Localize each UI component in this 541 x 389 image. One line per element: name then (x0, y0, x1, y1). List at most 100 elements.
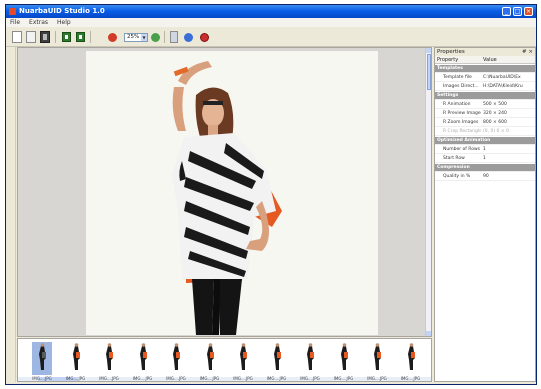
property-label: Number of Rows (443, 147, 480, 152)
left-gutter (6, 47, 16, 382)
property-label: Quality in % (443, 174, 471, 179)
property-label: R Zoom Images (443, 120, 479, 125)
property-value[interactable]: C:\NuarbaUID\Ex (483, 74, 533, 81)
thumbnail-item[interactable]: IMG....JPG (300, 342, 320, 381)
zoom-value: 25% (127, 34, 140, 40)
property-row[interactable]: R Preview Images 320 × 240 (435, 110, 535, 118)
thumbnail-label: IMG....JPG (166, 376, 186, 381)
thumbnail-label: IMG....JPG (65, 376, 86, 381)
application-window: NuarbaUID Studio 1.0 _ □ × File Extras H… (5, 4, 537, 385)
thumbnail-item[interactable]: IMG....JPG (334, 342, 354, 381)
thumbnail-label: IMG....JPG (233, 376, 253, 381)
column-value: Value (483, 57, 497, 63)
property-value[interactable]: H:\DATA\Kleid\Kru (483, 83, 533, 90)
minimize-button[interactable]: _ (502, 7, 511, 16)
close-button[interactable]: × (524, 7, 533, 16)
record-icon[interactable] (108, 33, 117, 42)
menu-bar: File Extras Help (6, 18, 536, 27)
info-icon[interactable] (184, 33, 193, 42)
property-label: R Crop Rectangle (443, 129, 481, 134)
thumbnail-label: IMG....JPG (132, 376, 153, 381)
scrollbar-thumb[interactable] (427, 54, 431, 90)
thumbnail-label: IMG....JPG (300, 376, 320, 381)
menu-help[interactable]: Help (57, 18, 71, 27)
thumbnail-item[interactable]: IMG....JPG (233, 342, 253, 381)
property-row[interactable]: R Crop Rectangle (0, 0) 0 × 0 (435, 128, 535, 136)
maximize-button[interactable]: □ (513, 7, 522, 16)
export-grid-icon[interactable] (62, 32, 71, 42)
thumbnail-item[interactable]: IMG....JPG (200, 342, 220, 381)
property-value[interactable]: 500 × 500 (483, 101, 533, 108)
thumbnail-figure-icon (407, 343, 415, 370)
viewer-vertical-scrollbar[interactable] (425, 48, 431, 336)
main-image (86, 51, 378, 335)
thumbnail-figure-icon (106, 343, 113, 370)
thumbnail-label: IMG....JPG (266, 376, 287, 381)
thumbnail-item[interactable]: IMG....JPG (367, 342, 387, 381)
open-document-icon[interactable] (26, 31, 36, 43)
thumbnail-figure-icon (173, 343, 180, 370)
pin-close-icon[interactable]: # × (522, 48, 533, 56)
property-category[interactable]: Settings (435, 92, 535, 100)
thumbnail-item[interactable]: IMG....JPG (133, 342, 153, 381)
thumbnail-item[interactable]: IMG....JPG (401, 342, 421, 381)
properties-title-text: Properties (437, 49, 465, 55)
property-label: R Preview Images (443, 111, 481, 116)
property-value[interactable]: 90 (483, 173, 533, 180)
property-category[interactable]: Templates (435, 65, 535, 73)
thumbnail-label: IMG....JPG (333, 376, 354, 381)
zoom-in-icon[interactable] (151, 33, 160, 42)
property-label: Template file (443, 75, 472, 80)
thumbnail-item[interactable]: IMG....JPG (99, 342, 119, 381)
image-viewer[interactable] (17, 47, 432, 337)
new-document-icon[interactable] (12, 31, 22, 43)
model-photo-icon (86, 51, 378, 335)
property-row[interactable]: Quality in % 90 (435, 173, 535, 181)
thumbnail-figure-icon (240, 343, 247, 370)
thumbnail-item[interactable]: IMG....JPG (166, 342, 186, 381)
properties-column-header: Property Value (435, 56, 535, 64)
menu-file[interactable]: File (10, 18, 20, 27)
thumbnail-figure-icon (307, 343, 314, 370)
property-row[interactable]: Template file C:\NuarbaUID\Ex (435, 74, 535, 82)
title-bar[interactable]: NuarbaUID Studio 1.0 _ □ × (6, 5, 536, 18)
thumbnail-item[interactable]: IMG....JPG (267, 342, 287, 381)
toolbar: 25% ▼ (6, 27, 536, 47)
thumbnail-label: IMG....JPG (99, 376, 119, 381)
chevron-down-icon[interactable]: ▼ (141, 34, 147, 41)
property-value[interactable]: (0, 0) 0 × 0 (483, 128, 533, 135)
zoom-select[interactable]: 25% ▼ (124, 33, 148, 42)
thumbnail-label: IMG....JPG (367, 376, 387, 381)
property-value[interactable]: 1 (483, 146, 533, 153)
import-grid-icon[interactable] (76, 32, 85, 42)
thumbnail-item[interactable]: IMG....JPG (66, 342, 86, 381)
window-title: NuarbaUID Studio 1.0 (19, 7, 105, 15)
property-category[interactable]: Compression (435, 164, 535, 172)
thumbnail-figure-icon (72, 343, 80, 370)
property-row[interactable]: R Zoom Images 800 × 600 (435, 119, 535, 127)
property-label: R Animation (443, 102, 471, 107)
thumbnail-figure-icon (273, 343, 281, 370)
film-icon[interactable] (40, 31, 50, 43)
property-row[interactable]: R Animation 500 × 500 (435, 101, 535, 109)
property-row[interactable]: Start Row 1 (435, 155, 535, 163)
thumbnail-figure-icon (139, 343, 147, 370)
thumbnail-figure-icon (340, 343, 348, 370)
property-row[interactable]: Number of Rows 1 (435, 146, 535, 154)
scroll-down-icon[interactable] (426, 331, 431, 336)
thumbnail-label: IMG....JPG (32, 376, 52, 381)
stop-icon[interactable] (200, 33, 209, 42)
column-property: Property (437, 57, 459, 63)
property-row[interactable]: Images Direct... H:\DATA\Kleid\Kru (435, 83, 535, 91)
property-value[interactable]: 800 × 600 (483, 119, 533, 126)
disk-icon[interactable] (170, 31, 178, 43)
property-value[interactable]: 320 × 240 (483, 110, 533, 117)
scroll-up-icon[interactable] (426, 48, 431, 53)
toolbar-separator (164, 31, 165, 43)
property-value[interactable]: 1 (483, 155, 533, 162)
thumbnail-item[interactable]: IMG....JPG (32, 342, 52, 381)
toolbar-separator (55, 31, 56, 43)
menu-extras[interactable]: Extras (29, 18, 48, 27)
property-label: Images Direct... (443, 84, 479, 89)
property-category[interactable]: Optimized Animation (435, 137, 535, 145)
